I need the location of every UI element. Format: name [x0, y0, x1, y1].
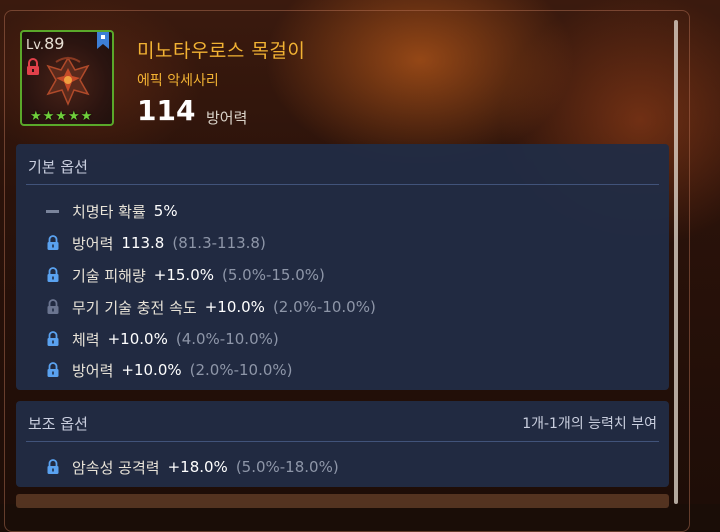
option-value: +10.0%	[107, 330, 168, 348]
lock-dim-icon[interactable]	[46, 299, 66, 315]
option-value: 113.8	[121, 234, 165, 252]
item-level: Lv.89	[26, 34, 64, 53]
divider	[26, 184, 659, 185]
option-range: (4.0%-10.0%)	[175, 330, 279, 348]
bookmark-icon[interactable]	[96, 32, 110, 50]
option-value: +15.0%	[153, 266, 215, 284]
level-number: 89	[44, 34, 65, 53]
item-name: 미노타우로스 목걸이	[137, 40, 306, 62]
scrollbar[interactable]	[674, 20, 678, 504]
lock-icon	[27, 58, 39, 75]
dash-icon	[46, 208, 66, 214]
main-stat-value: 114	[137, 94, 196, 127]
option-name: 방어력	[72, 234, 114, 253]
option-range: (5.0%-18.0%)	[235, 458, 339, 476]
option-value: +10.0%	[121, 361, 182, 379]
option-row: 기술 피해량 +15.0% (5.0%-15.0%)	[46, 264, 325, 286]
next-section-edge	[16, 494, 669, 508]
option-range: (5.0%-15.0%)	[222, 266, 325, 284]
option-row: 치명타 확률 5%	[46, 200, 178, 222]
option-name: 방어력	[72, 361, 114, 380]
option-row: 암속성 공격력 +18.0% (5.0%-18.0%)	[46, 456, 339, 478]
lock-icon[interactable]	[46, 267, 66, 283]
option-value: +10.0%	[204, 298, 265, 316]
sub-options-title: 보조 옵션	[28, 415, 88, 433]
option-name: 무기 기술 충전 속도	[72, 298, 197, 317]
basic-options-title: 기본 옵션	[28, 158, 88, 176]
main-stat-label: 방어력	[206, 109, 248, 127]
lock-icon[interactable]	[46, 331, 66, 347]
option-row: 무기 기술 충전 속도 +10.0% (2.0%-10.0%)	[46, 296, 376, 318]
option-name: 치명타 확률	[72, 202, 146, 221]
grade-stars: ★★★★★	[30, 109, 94, 124]
sub-options-note: 1개-1개의 능력치 부여	[522, 416, 657, 432]
lock-icon[interactable]	[46, 362, 66, 378]
option-row: 방어력 +10.0% (2.0%-10.0%)	[46, 359, 293, 381]
level-prefix: Lv.	[26, 38, 45, 53]
option-range: (2.0%-10.0%)	[272, 298, 376, 316]
item-type: 에픽 악세사리	[137, 73, 219, 89]
option-range: (2.0%-10.0%)	[189, 361, 293, 379]
lock-icon[interactable]	[46, 235, 66, 251]
option-row: 방어력 113.8 (81.3-113.8)	[46, 232, 266, 254]
option-name: 체력	[72, 330, 100, 349]
option-name: 암속성 공격력	[72, 458, 160, 477]
item-thumbnail[interactable]: Lv.89 ★★★★★	[20, 30, 114, 126]
option-name: 기술 피해량	[72, 266, 146, 285]
option-value: +18.0%	[167, 458, 228, 476]
necklace-emblem-icon	[46, 56, 90, 106]
lock-icon[interactable]	[46, 459, 66, 475]
divider	[26, 441, 659, 442]
option-value: 5%	[153, 202, 178, 220]
option-range: (81.3-113.8)	[172, 234, 266, 252]
option-row: 체력 +10.0% (4.0%-10.0%)	[46, 328, 279, 350]
